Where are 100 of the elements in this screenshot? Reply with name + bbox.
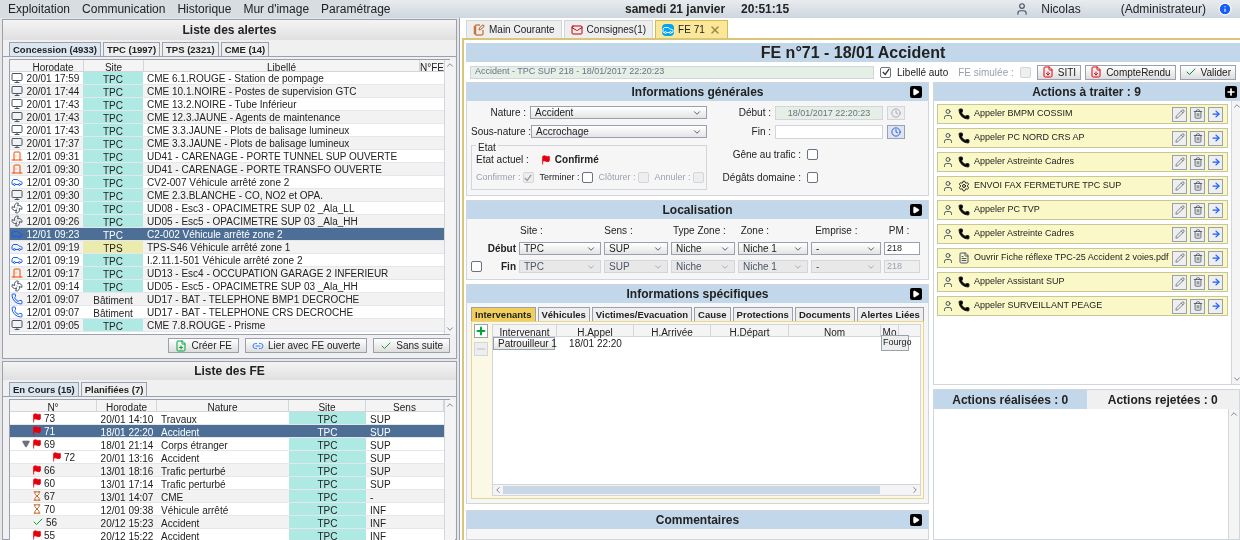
edit-button[interactable]: [1172, 130, 1188, 146]
dropdown[interactable]: -: [811, 242, 881, 255]
clock-button[interactable]: [887, 105, 905, 120]
dropdown[interactable]: SUP: [604, 242, 668, 255]
chevron-up-icon[interactable]: [1229, 409, 1239, 419]
table-row[interactable]: 12/01 09:30 TPC CV2-007 Véhicule arrêté zone 2: [10, 176, 444, 189]
menu-item[interactable]: Historique: [177, 0, 232, 18]
table-row[interactable]: 12/01 09:31 TPC UD41 - CARENAGE - PORTE TUNNEL SUP OUVERTE: [10, 150, 444, 163]
add-action-button[interactable]: [1225, 86, 1237, 98]
tab[interactable]: Planifiées (7): [80, 382, 148, 396]
action-item[interactable]: Appeler Assistant SUP: [937, 272, 1229, 292]
pm-field[interactable]: 218: [884, 242, 920, 255]
table-row[interactable]: 70 12/01 09:38 Véhicule arrêté TPC INF: [10, 503, 444, 516]
column-header[interactable]: Intervenant: [493, 325, 557, 336]
delete-button[interactable]: [1190, 250, 1206, 266]
column-header[interactable]: Nature: [157, 400, 289, 411]
forward-button[interactable]: [1208, 298, 1224, 314]
scrollbar[interactable]: [444, 400, 455, 540]
checkbox[interactable]: [880, 66, 892, 78]
column-header[interactable]: H.Départ: [711, 325, 789, 336]
table-row[interactable]: 12/01 09:26 TPC UD05 - Esc5 - OPACIMETRE SUP 03 _Ala_HH: [10, 215, 444, 228]
table-row[interactable]: 71 18/01 22:20 Accident TPC SUP: [10, 425, 444, 438]
edit-button[interactable]: [1172, 202, 1188, 218]
tab[interactable]: TPS (2321): [162, 42, 219, 56]
document-tab[interactable]: FE 71: [655, 20, 728, 38]
table-row[interactable]: 20/01 17:43 TPC CME 12.3.JAUNE - Agents de maintenance: [10, 111, 444, 124]
forward-button[interactable]: [1208, 250, 1224, 266]
column-header[interactable]: Horodate: [97, 400, 157, 411]
checkbox[interactable]: [581, 172, 593, 184]
action-item[interactable]: Appeler PC NORD CRS AP: [937, 128, 1229, 148]
forward-button[interactable]: [1208, 178, 1224, 194]
tab[interactable]: Actions réalisées : 0: [934, 390, 1087, 409]
toolbar-button[interactable]: CompteRendu: [1085, 64, 1176, 80]
dropdown[interactable]: TPC: [519, 242, 601, 255]
document-tab[interactable]: Consignes(1): [563, 20, 654, 38]
table-row[interactable]: 60 13/01 17:14 Trafic perturbé TPC SUP: [10, 477, 444, 490]
edit-button[interactable]: [1172, 106, 1188, 122]
scrollbar[interactable]: [1228, 409, 1239, 539]
table-row[interactable]: 20/01 17:43 TPC CME 3.3.JAUNE - Plots de balisage lumineux: [10, 124, 444, 137]
edit-button[interactable]: [1172, 226, 1188, 242]
clock-button[interactable]: [887, 124, 905, 139]
delete-button[interactable]: [1190, 178, 1206, 194]
edit-button[interactable]: [1172, 250, 1188, 266]
end-date-field[interactable]: [775, 124, 883, 139]
delete-button[interactable]: [1190, 274, 1206, 290]
chevron-up-icon[interactable]: [1232, 101, 1240, 111]
action-item[interactable]: Appeler SURVEILLANT PEAGE: [937, 296, 1229, 316]
tab[interactable]: En Cours (15): [9, 382, 79, 396]
table-row[interactable]: 12/01 09:30 TPC UD41 - CARENAGE - PORTE TRANSFO OUVERTE: [10, 163, 444, 176]
delete-button[interactable]: [1190, 154, 1206, 170]
table-row[interactable]: 12/01 09:05 TPC CME 7.8.ROUGE - Prisme: [10, 319, 444, 332]
tab[interactable]: Protections: [732, 307, 793, 321]
menu-item[interactable]: Communication: [82, 0, 166, 18]
forward-button[interactable]: [1208, 226, 1224, 242]
edit-button[interactable]: [1172, 274, 1188, 290]
tab[interactable]: Intervenants: [471, 307, 536, 321]
action-button[interactable]: Lier avec FE ouverte: [245, 338, 368, 353]
menu-item[interactable]: Mur d'image: [243, 0, 310, 18]
table-row[interactable]: 66 13/01 18:16 Trafic perturbé TPC SUP: [10, 464, 444, 477]
table-row[interactable]: 73 20/01 14:10 Travaux TPC SUP: [10, 412, 444, 425]
table-row[interactable]: 12/01 09:30 TPC CME 2.3.BLANCHE - CO, NO2 et OPA.: [10, 189, 444, 202]
table-row[interactable]: 12/01 09:07 Bâtiment UD17 - BAT - TELEPHONE BMP1 DECROCHE: [10, 293, 444, 306]
tab[interactable]: CME (14): [220, 42, 270, 56]
forward-button[interactable]: [1208, 106, 1224, 122]
toolbar-button[interactable]: SITI: [1036, 64, 1082, 80]
table-row[interactable]: 12/01 09:19 TPC I.2.11.1-501 Véhicule arrêté zone 2: [10, 254, 444, 267]
edit-button[interactable]: [1172, 178, 1188, 194]
edit-button[interactable]: [1172, 298, 1188, 314]
scrollbar[interactable]: [493, 484, 920, 495]
tab[interactable]: Victimes/Evacuation: [591, 307, 693, 321]
table-row[interactable]: 20/01 17:43 TPC CME 13.2.NOIRE - Tube Inférieur: [10, 98, 444, 111]
forward-button[interactable]: [1208, 154, 1224, 170]
info-icon[interactable]: [1218, 2, 1232, 16]
dropdown[interactable]: Accrochage: [531, 125, 707, 138]
table-row[interactable]: 12/01 09:07 Bâtiment UD17 - BAT - TELEPHONE CRS DECROCHE: [10, 306, 444, 319]
edit-button[interactable]: [1172, 154, 1188, 170]
table-row[interactable]: 20/01 17:37 TPC CME 3.3.JAUNE - Plots de balisage lumineux: [10, 137, 444, 150]
tab[interactable]: Documents: [794, 307, 855, 321]
chevron-down-icon[interactable]: [445, 324, 455, 334]
column-header[interactable]: Site: [289, 400, 366, 411]
table-row[interactable]: 69 18/01 21:14 Corps étranger TPC SUP: [10, 438, 444, 451]
action-button[interactable]: Sans suite: [373, 338, 450, 353]
table-row[interactable]: 20/01 17:59 TPC CME 6.1.ROUGE - Station de pompage: [10, 72, 444, 85]
expand-button[interactable]: [910, 514, 922, 526]
delete-button[interactable]: [1190, 202, 1206, 218]
document-tab[interactable]: Main Courante: [466, 20, 562, 38]
action-item[interactable]: Appeler Astreinte Cadres: [937, 224, 1229, 244]
tab[interactable]: Cause: [694, 307, 731, 321]
checkbox[interactable]: [807, 172, 818, 183]
chevron-left-icon[interactable]: [493, 485, 503, 495]
expand-toggle[interactable]: [22, 440, 30, 448]
delete-button[interactable]: [1190, 298, 1206, 314]
toolbar-button[interactable]: Valider: [1179, 64, 1236, 80]
table-row[interactable]: 72 20/01 13:16 Accident TPC SUP: [10, 451, 444, 464]
action-button[interactable]: Créer FE: [168, 338, 240, 353]
action-item[interactable]: ENVOI FAX FERMETURE TPC SUP: [937, 176, 1229, 196]
table-row[interactable]: 12/01 09:23 TPC C2-002 Véhicule arrêté zone 2: [10, 228, 444, 241]
table-row[interactable]: 20/01 17:44 TPC CME 10.1.NOIRE - Postes de supervision GTC: [10, 85, 444, 98]
expand-button[interactable]: [910, 86, 922, 98]
table-row[interactable]: 67 13/01 14:07 CME TPC -: [10, 490, 444, 503]
